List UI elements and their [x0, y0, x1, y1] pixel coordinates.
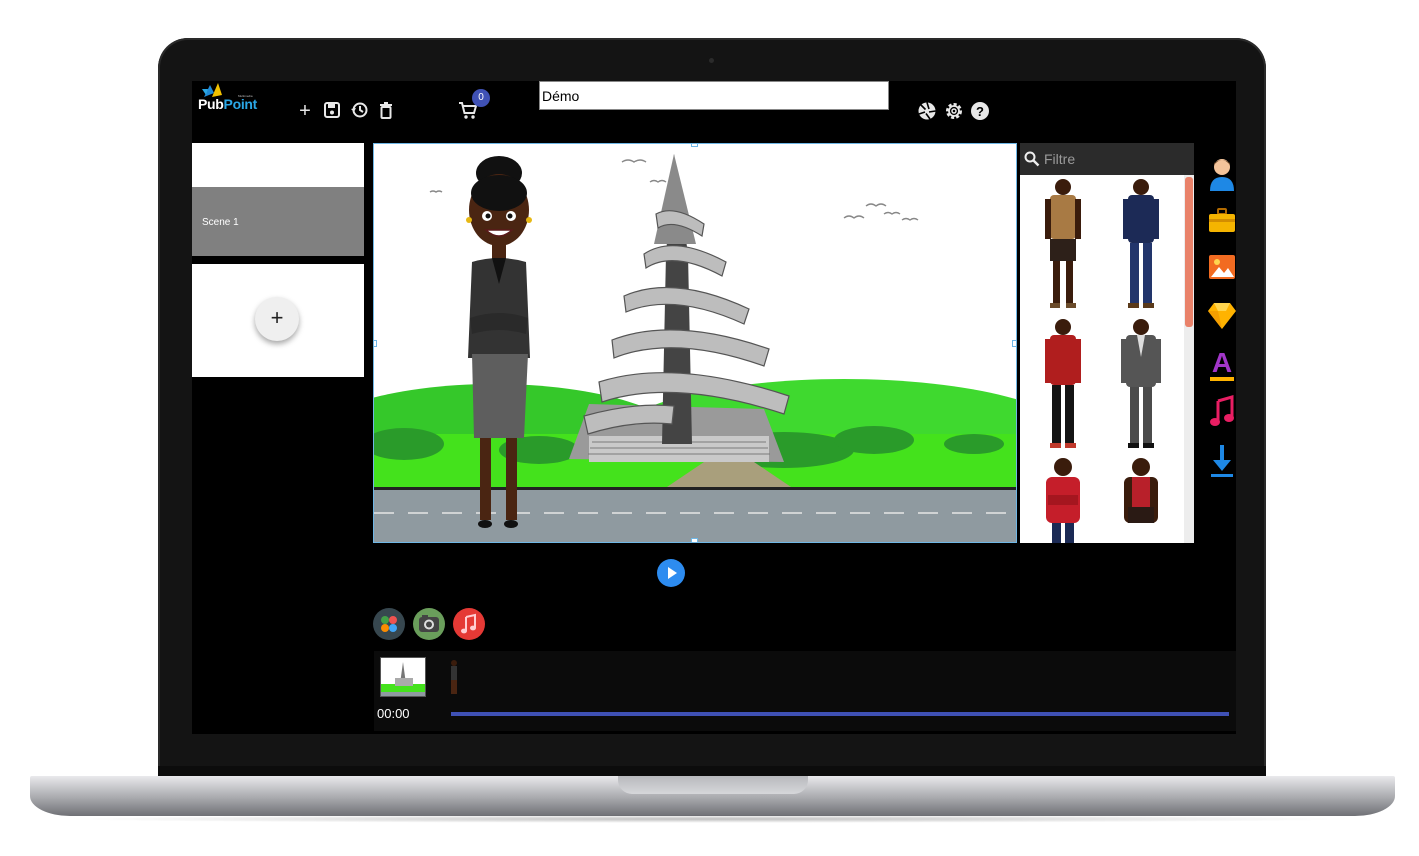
scene-canvas[interactable]	[373, 143, 1017, 543]
images-category-button[interactable]	[1208, 253, 1236, 291]
timeline-track[interactable]	[451, 712, 1229, 716]
logo-text-accent: Point	[223, 96, 258, 112]
image-icon	[1209, 255, 1235, 279]
laptop-shadow	[60, 815, 1360, 823]
download-icon	[1211, 445, 1233, 477]
aperture-icon	[918, 102, 936, 120]
text-category-button[interactable]: A	[1208, 347, 1236, 385]
scene-label: Scene 1	[202, 217, 239, 228]
scene-illustration	[374, 144, 1016, 542]
capture-button[interactable]	[917, 101, 937, 121]
svg-text:?: ?	[976, 104, 984, 119]
library-scroll-thumb[interactable]	[1185, 177, 1193, 327]
add-scene-panel: +	[192, 264, 364, 377]
scene-label-bar: Scene 1	[192, 187, 364, 256]
character-icon	[1210, 159, 1234, 191]
character-item[interactable]	[1028, 455, 1098, 543]
app-logo: PubPoint Multimedia	[198, 83, 258, 117]
shapes-category-button[interactable]	[1208, 301, 1236, 339]
props-category-button[interactable]	[1208, 205, 1236, 243]
scene-thumbnail[interactable]: Scene 1	[192, 143, 364, 256]
history-button[interactable]	[349, 101, 369, 121]
project-title-input[interactable]	[539, 81, 889, 110]
svg-text:A: A	[1212, 347, 1232, 378]
character-item[interactable]	[1028, 317, 1098, 453]
logo-tagline: Multimedia	[238, 94, 253, 98]
gear-icon	[946, 103, 962, 119]
app-screen: PubPoint Multimedia + 0 Démo ? Scene 1 +…	[192, 81, 1236, 734]
camera-icon	[709, 58, 714, 63]
play-button[interactable]	[657, 559, 685, 587]
props-icon	[1209, 208, 1235, 232]
text-icon: A	[1210, 347, 1234, 381]
add-scene-button[interactable]: +	[255, 297, 299, 341]
play-icon	[668, 567, 677, 579]
character-library	[1020, 143, 1194, 543]
timeline: 00:00	[374, 651, 1236, 731]
help-button[interactable]: ?	[970, 101, 990, 121]
characters-category-button[interactable]	[1208, 157, 1236, 195]
add-button[interactable]: +	[295, 101, 315, 121]
resize-handle-right[interactable]	[1012, 340, 1016, 347]
resize-handle-top[interactable]	[691, 144, 698, 147]
save-button[interactable]	[322, 101, 342, 121]
cart-button[interactable]: 0	[458, 89, 490, 119]
music-icon	[461, 613, 476, 634]
timeline-camera-button[interactable]	[413, 608, 445, 640]
resize-handle-left[interactable]	[374, 340, 377, 347]
settings-button[interactable]	[944, 101, 964, 121]
history-icon	[351, 102, 368, 118]
character-item[interactable]	[1028, 177, 1098, 313]
resize-handle-bottom[interactable]	[691, 538, 698, 542]
character-item[interactable]	[1106, 317, 1176, 453]
save-icon	[324, 102, 340, 118]
download-category-button[interactable]	[1208, 443, 1236, 481]
timeline-palette-button[interactable]	[373, 608, 405, 640]
delete-button[interactable]	[376, 101, 396, 121]
music-icon	[1210, 395, 1234, 426]
music-category-button[interactable]	[1208, 395, 1236, 433]
filter-bar	[1020, 143, 1194, 175]
timeline-scene-thumbnail[interactable]	[380, 657, 426, 697]
character-item[interactable]	[1106, 455, 1176, 543]
timeline-music-button[interactable]	[453, 608, 485, 640]
cart-count-badge: 0	[472, 89, 490, 107]
trash-icon	[380, 102, 392, 119]
character-item[interactable]	[1106, 177, 1176, 313]
help-icon: ?	[971, 102, 989, 120]
timeline-time: 00:00	[377, 706, 410, 721]
laptop-base-notch	[618, 776, 808, 794]
filter-input[interactable]	[1044, 149, 1184, 169]
palette-icon	[381, 616, 397, 632]
timeline-character-marker[interactable]	[449, 659, 459, 697]
logo-text-main: Pub	[198, 96, 224, 112]
search-icon	[1024, 151, 1040, 167]
shape-icon	[1208, 303, 1236, 329]
camera-icon	[419, 615, 439, 632]
